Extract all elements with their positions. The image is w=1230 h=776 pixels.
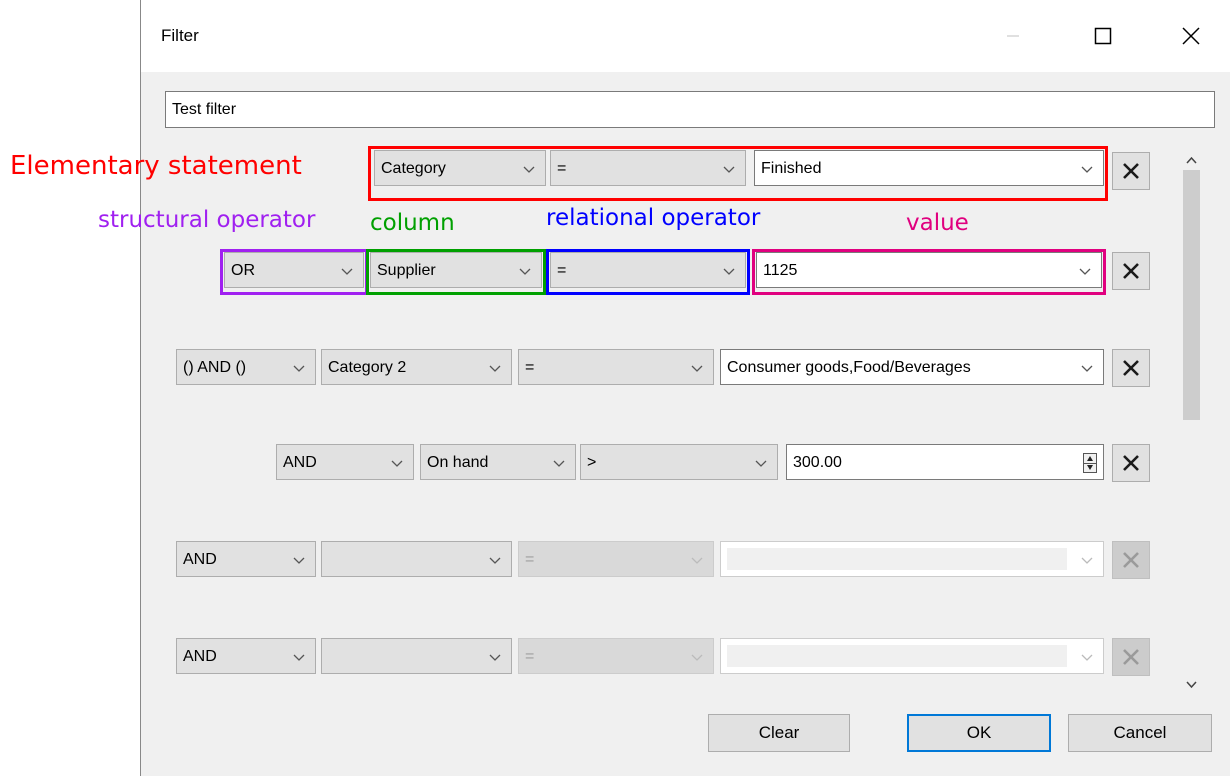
chevron-down-icon [341, 268, 353, 275]
structural-operator-value: () AND () [183, 359, 247, 376]
annotation-value: value [906, 210, 969, 236]
delete-statement-button[interactable] [1112, 252, 1150, 290]
chevron-down-icon [1079, 268, 1091, 275]
column-select-value: On hand [427, 454, 489, 471]
delete-x-icon [1123, 552, 1139, 568]
value-select-value: Finished [761, 160, 822, 177]
value-placeholder [727, 548, 1067, 570]
title-bar: Filter [141, 0, 1230, 72]
annotation-structural-operator: structural operator [98, 207, 316, 233]
relational-operator-select[interactable]: = [550, 252, 746, 288]
delete-statement-button[interactable] [1112, 152, 1150, 190]
value-select[interactable]: 1125 [756, 252, 1102, 288]
minimize-icon[interactable] [993, 18, 1033, 54]
chevron-down-icon [1081, 654, 1093, 661]
relational-operator-select[interactable]: = [518, 349, 714, 385]
column-select[interactable] [321, 638, 512, 674]
structural-operator-select[interactable]: () AND () [176, 349, 316, 385]
delete-x-icon [1123, 163, 1139, 179]
chevron-down-icon [691, 557, 703, 564]
value-spinbox-value: 300.00 [793, 454, 842, 471]
chevron-down-icon [1081, 365, 1093, 372]
annotation-column: column [370, 210, 455, 236]
chevron-down-icon [293, 654, 305, 661]
scroll-down-icon[interactable] [1183, 675, 1200, 695]
chevron-down-icon [391, 460, 403, 467]
chevron-down-icon [691, 365, 703, 372]
structural-operator-value: AND [183, 648, 217, 665]
relational-operator-value: > [587, 454, 597, 471]
clear-button[interactable]: Clear [708, 714, 850, 752]
delete-x-icon [1123, 455, 1139, 471]
chevron-down-icon [723, 268, 735, 275]
scroll-up-icon[interactable] [1183, 150, 1200, 170]
chevron-down-icon [553, 460, 565, 467]
structural-operator-select[interactable]: AND [176, 638, 316, 674]
value-select [720, 638, 1104, 674]
relational-operator-value: = [525, 359, 535, 376]
ok-button[interactable]: OK [907, 714, 1051, 752]
relational-operator-value: = [525, 648, 535, 665]
relational-operator-select[interactable]: = [550, 150, 746, 186]
delete-x-icon [1123, 649, 1139, 665]
chevron-down-icon [489, 654, 501, 661]
relational-operator-select: = [518, 541, 714, 577]
value-placeholder [727, 645, 1067, 667]
relational-operator-value: = [557, 160, 567, 177]
column-select[interactable] [321, 541, 512, 577]
chevron-down-icon [691, 654, 703, 661]
close-icon[interactable] [1171, 18, 1211, 54]
chevron-down-icon [755, 460, 767, 467]
chevron-down-icon [489, 557, 501, 564]
delete-statement-button[interactable] [1112, 349, 1150, 387]
delete-statement-button [1112, 638, 1150, 676]
maximize-icon[interactable] [1083, 18, 1123, 54]
value-select [720, 541, 1104, 577]
structural-operator-value: AND [183, 551, 217, 568]
column-select-value: Supplier [377, 262, 436, 279]
chevron-down-icon [489, 365, 501, 372]
delete-statement-button [1112, 541, 1150, 579]
column-select[interactable]: On hand [420, 444, 576, 480]
delete-x-icon [1123, 360, 1139, 376]
structural-operator-select[interactable]: AND [176, 541, 316, 577]
window-title: Filter [161, 26, 199, 45]
chevron-down-icon [293, 557, 305, 564]
value-select[interactable]: Consumer goods,Food/Beverages [720, 349, 1104, 385]
structural-operator-value: OR [231, 262, 255, 279]
value-spinbox[interactable]: 300.00 [786, 444, 1104, 480]
filter-name-input[interactable] [165, 91, 1215, 128]
relational-operator-select[interactable]: > [580, 444, 778, 480]
structural-operator-select[interactable]: AND [276, 444, 414, 480]
chevron-down-icon [1081, 166, 1093, 173]
scrollbar-thumb[interactable] [1183, 170, 1200, 420]
column-select[interactable]: Supplier [370, 252, 542, 288]
value-select-value: 1125 [763, 262, 798, 279]
annotation-relational-operator: relational operator [546, 205, 761, 231]
chevron-down-icon [293, 365, 305, 372]
cancel-button[interactable]: Cancel [1068, 714, 1212, 752]
relational-operator-select: = [518, 638, 714, 674]
column-select[interactable]: Category 2 [321, 349, 512, 385]
column-select-value: Category [381, 160, 446, 177]
chevron-down-icon [519, 268, 531, 275]
relational-operator-value: = [557, 262, 567, 279]
chevron-down-icon [1081, 557, 1093, 564]
chevron-down-icon [523, 166, 535, 173]
structural-operator-value: AND [283, 454, 317, 471]
spin-divider [1084, 463, 1096, 464]
column-select-value: Category 2 [328, 359, 407, 376]
annotation-elementary-statement: Elementary statement [10, 151, 302, 181]
delete-x-icon [1123, 263, 1139, 279]
delete-statement-button[interactable] [1112, 444, 1150, 482]
value-select-value: Consumer goods,Food/Beverages [727, 359, 971, 376]
structural-operator-select[interactable]: OR [224, 252, 364, 288]
value-select[interactable]: Finished [754, 150, 1104, 186]
chevron-down-icon [723, 166, 735, 173]
relational-operator-value: = [525, 551, 535, 568]
column-select[interactable]: Category [374, 150, 546, 186]
